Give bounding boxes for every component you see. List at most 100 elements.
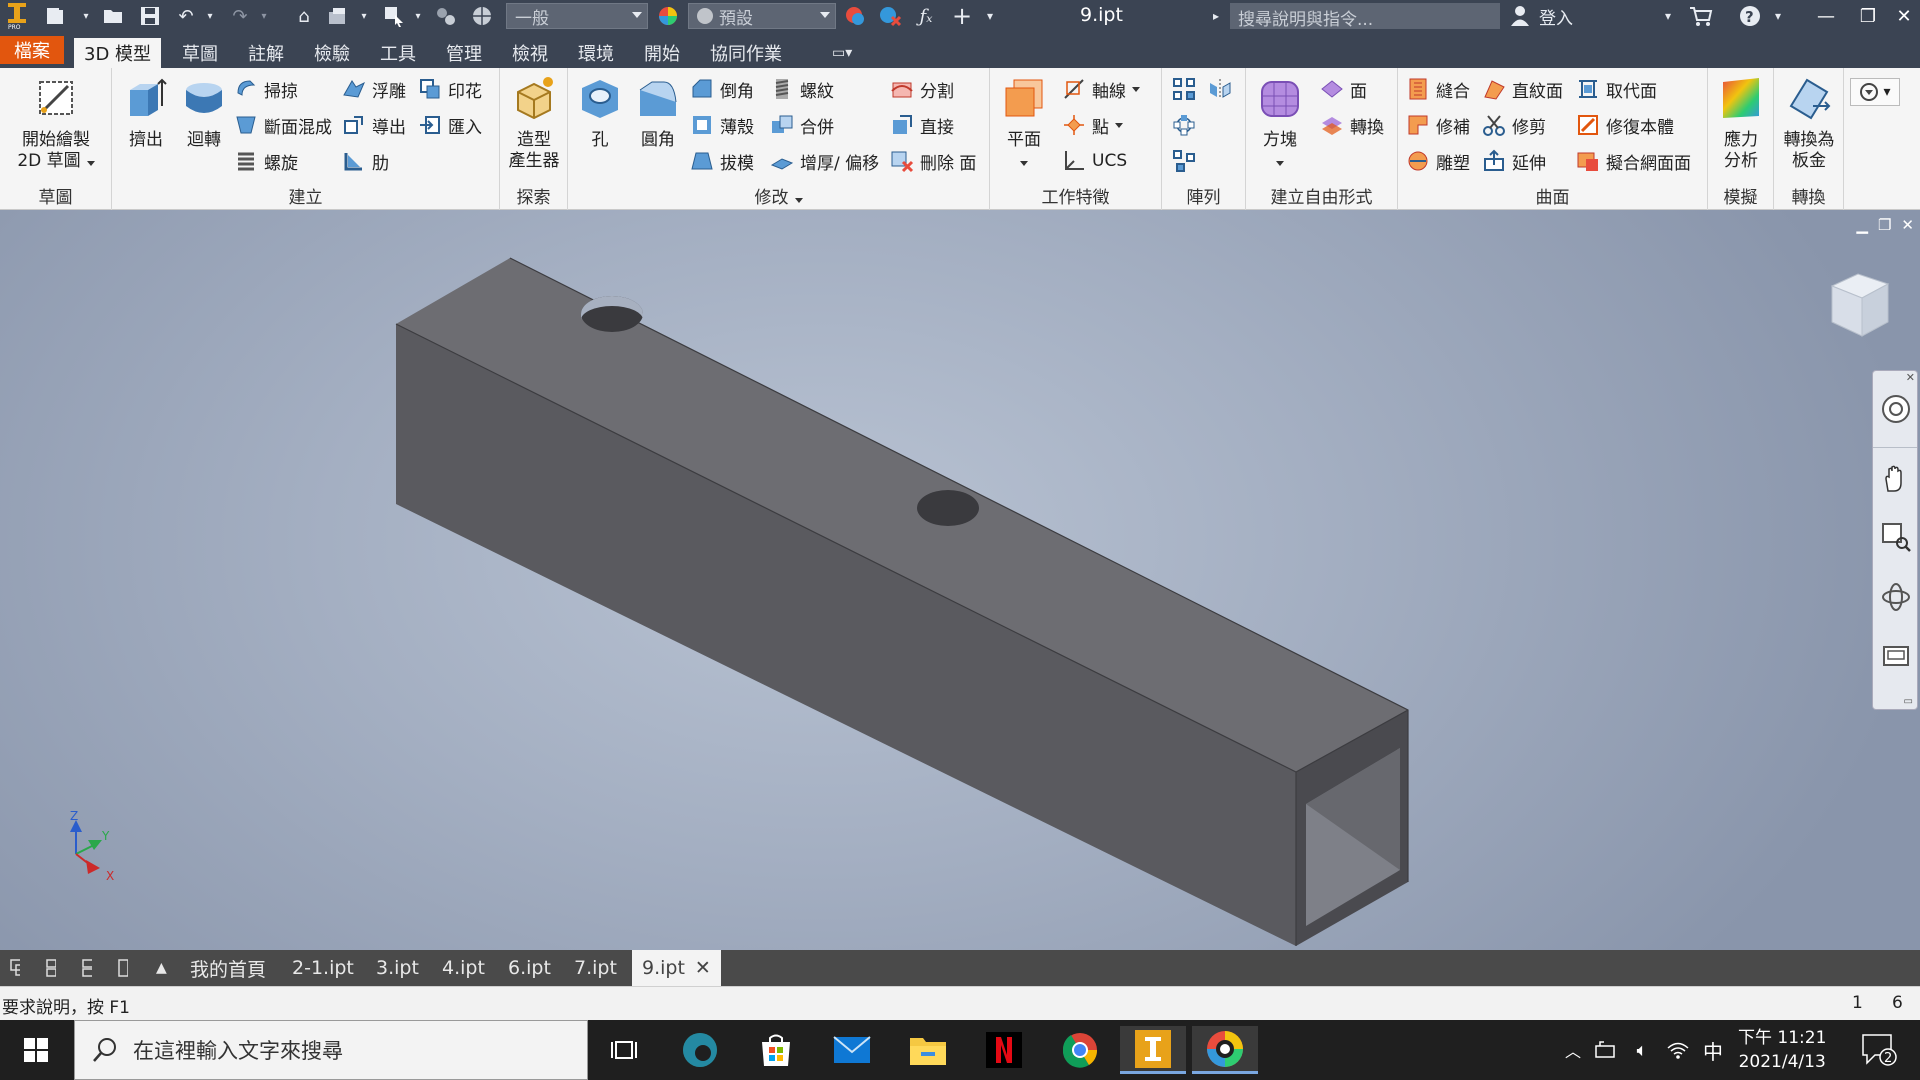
help-search-input[interactable]: 搜尋說明與指令... <box>1230 3 1500 30</box>
coil-button[interactable]: 螺旋 <box>234 146 298 176</box>
notification-center-icon[interactable]: 2 <box>1856 1026 1902 1074</box>
restore-icon[interactable]: ❐ <box>1848 0 1888 32</box>
clear-appearance-icon[interactable] <box>876 4 904 28</box>
tab-sketch[interactable]: 草圖 <box>172 38 228 68</box>
mirror-button[interactable] <box>1208 74 1238 104</box>
tab-annotate[interactable]: 註解 <box>238 38 294 68</box>
navbar-close-icon[interactable]: ✕ <box>1906 371 1915 384</box>
style-dropdown[interactable]: 一般 <box>506 3 648 29</box>
ribbon-options-dropdown[interactable]: ▾ <box>1850 78 1900 106</box>
tile-windows-icon[interactable] <box>36 950 66 986</box>
viewport-minimize-icon[interactable]: ▁ <box>1856 216 1868 234</box>
volume-icon[interactable]: 🔈︎ <box>1628 1026 1656 1074</box>
appearance-dropdown[interactable]: 預設 <box>688 3 836 29</box>
network-device-icon[interactable] <box>1592 1026 1620 1074</box>
combine-button[interactable]: 合併 <box>770 110 834 140</box>
mail-icon[interactable] <box>828 1026 876 1074</box>
projects-dropdown-icon[interactable]: ▾ <box>358 4 370 28</box>
help-dropdown-icon[interactable]: ▾ <box>1770 4 1786 28</box>
tab-collaborate[interactable]: 協同作業 <box>700 38 792 68</box>
sign-in-dropdown-icon[interactable]: ▾ <box>1660 4 1676 28</box>
undo-icon[interactable]: ↶ <box>172 4 200 28</box>
open-folder-icon[interactable] <box>100 4 128 28</box>
emboss-button[interactable]: 浮雕 <box>342 74 406 104</box>
import-button[interactable]: 匯入 <box>418 110 482 140</box>
hole-2[interactable] <box>917 490 979 526</box>
doc-tab-7[interactable]: 7.ipt <box>564 950 627 986</box>
repair-bodies-button[interactable]: 修復本體 <box>1576 110 1674 140</box>
system-clock[interactable]: 下午 11:21 2021/4/13 <box>1738 1026 1826 1074</box>
undo-dropdown-icon[interactable]: ▾ <box>204 4 216 28</box>
recording-app-icon[interactable] <box>1192 1026 1258 1074</box>
patch-button[interactable]: 修補 <box>1406 110 1470 140</box>
help-icon[interactable]: ? <box>1736 4 1764 28</box>
task-view-icon[interactable] <box>600 1026 648 1074</box>
hole-button[interactable]: 孔 <box>572 76 628 151</box>
extrude-button[interactable]: 擠出 <box>118 76 174 151</box>
stress-analysis-button[interactable]: 應力 分析 <box>1712 76 1770 172</box>
freeform-face-button[interactable]: 面 <box>1320 74 1367 104</box>
split-button[interactable]: 分割 <box>890 74 954 104</box>
tab-3d-model[interactable]: 3D 模型 <box>74 38 162 68</box>
user-icon[interactable] <box>1508 4 1532 28</box>
orbit-icon[interactable] <box>1880 581 1912 613</box>
plane-button[interactable]: 平面 <box>996 76 1052 172</box>
sculpt-button[interactable]: 雕塑 <box>1406 146 1470 176</box>
inventor-logo-icon[interactable]: PRO <box>4 3 30 29</box>
home-icon[interactable]: ⌂ <box>290 4 318 28</box>
fillet-button[interactable]: 圓角 <box>630 76 686 151</box>
freeform-box-button[interactable]: 方塊 <box>1252 76 1308 172</box>
tab-tools[interactable]: 工具 <box>370 38 426 68</box>
tab-file[interactable]: 檔案 <box>0 36 64 64</box>
stitch-button[interactable]: 縫合 <box>1406 74 1470 104</box>
close-tab-icon[interactable]: ✕ <box>695 957 711 979</box>
sign-in-link[interactable]: 登入 <box>1536 4 1576 29</box>
customize-plus-icon[interactable]: + <box>948 2 976 30</box>
ruled-surface-button[interactable]: 直紋面 <box>1482 74 1563 104</box>
tab-list-up-icon[interactable]: ▲ <box>146 950 174 986</box>
decal-button[interactable]: 印花 <box>418 74 482 104</box>
inventor-taskbar-icon[interactable] <box>1120 1026 1186 1074</box>
tab-environments[interactable]: 環境 <box>568 38 624 68</box>
doc-tab-9-active[interactable]: 9.ipt ✕ <box>632 950 721 986</box>
shape-generator-button[interactable]: 造型 產生器 <box>502 76 566 172</box>
loft-button[interactable]: 斷面混成 <box>234 110 332 140</box>
circular-pattern-button[interactable] <box>1172 110 1202 140</box>
measure-icon[interactable] <box>432 4 460 28</box>
adjust-appearance-icon[interactable] <box>842 4 870 28</box>
viewcube-icon[interactable] <box>1818 266 1898 346</box>
plane-dropdown-icon[interactable] <box>1020 161 1028 166</box>
navbar-options-icon[interactable]: ▭ <box>1904 696 1913 707</box>
viewport-restore-icon[interactable]: ❐ <box>1878 216 1891 234</box>
doc-tab-3[interactable]: 3.ipt <box>366 950 429 986</box>
microsoft-store-icon[interactable] <box>752 1026 800 1074</box>
projects-icon[interactable] <box>324 4 352 28</box>
chrome-icon[interactable] <box>1056 1026 1104 1074</box>
minimize-icon[interactable]: — <box>1806 0 1846 32</box>
sweep-button[interactable]: 掃掠 <box>234 74 298 104</box>
edge-browser-icon[interactable] <box>676 1026 724 1074</box>
tab-inspect[interactable]: 檢驗 <box>304 38 360 68</box>
tile-vertical-icon[interactable] <box>108 950 138 986</box>
doc-tab-6[interactable]: 6.ipt <box>498 950 561 986</box>
view-face-icon[interactable] <box>1880 639 1912 671</box>
extend-surface-button[interactable]: 延伸 <box>1482 146 1546 176</box>
tile-horizontal-icon[interactable] <box>72 950 102 986</box>
group-modify-label[interactable]: 修改 <box>568 183 989 208</box>
viewport-close-icon[interactable]: ✕ <box>1901 216 1914 234</box>
parameters-fx-icon[interactable]: ƒₓ <box>912 4 940 28</box>
doc-tab-my-home[interactable]: 我的首頁 <box>180 950 276 986</box>
derive-button[interactable]: 導出 <box>342 110 406 140</box>
cart-icon[interactable] <box>1686 4 1716 28</box>
cascade-windows-icon[interactable] <box>0 950 30 986</box>
rib-button[interactable]: 肋 <box>342 146 389 176</box>
freeform-box-dropdown-icon[interactable] <box>1276 161 1284 166</box>
tab-manage[interactable]: 管理 <box>436 38 492 68</box>
graphics-viewport[interactable]: ▁ ❐ ✕ ✕ ▭ Z Y X <box>0 210 1920 950</box>
wifi-icon[interactable] <box>1664 1026 1692 1074</box>
delete-face-button[interactable]: 刪除 面 <box>890 146 976 176</box>
replace-face-button[interactable]: 取代面 <box>1576 74 1657 104</box>
sketch-driven-pattern-button[interactable] <box>1172 146 1202 176</box>
color-wheel-icon[interactable] <box>654 4 682 28</box>
show-hidden-icons-icon[interactable]: ︿ <box>1560 1026 1586 1074</box>
